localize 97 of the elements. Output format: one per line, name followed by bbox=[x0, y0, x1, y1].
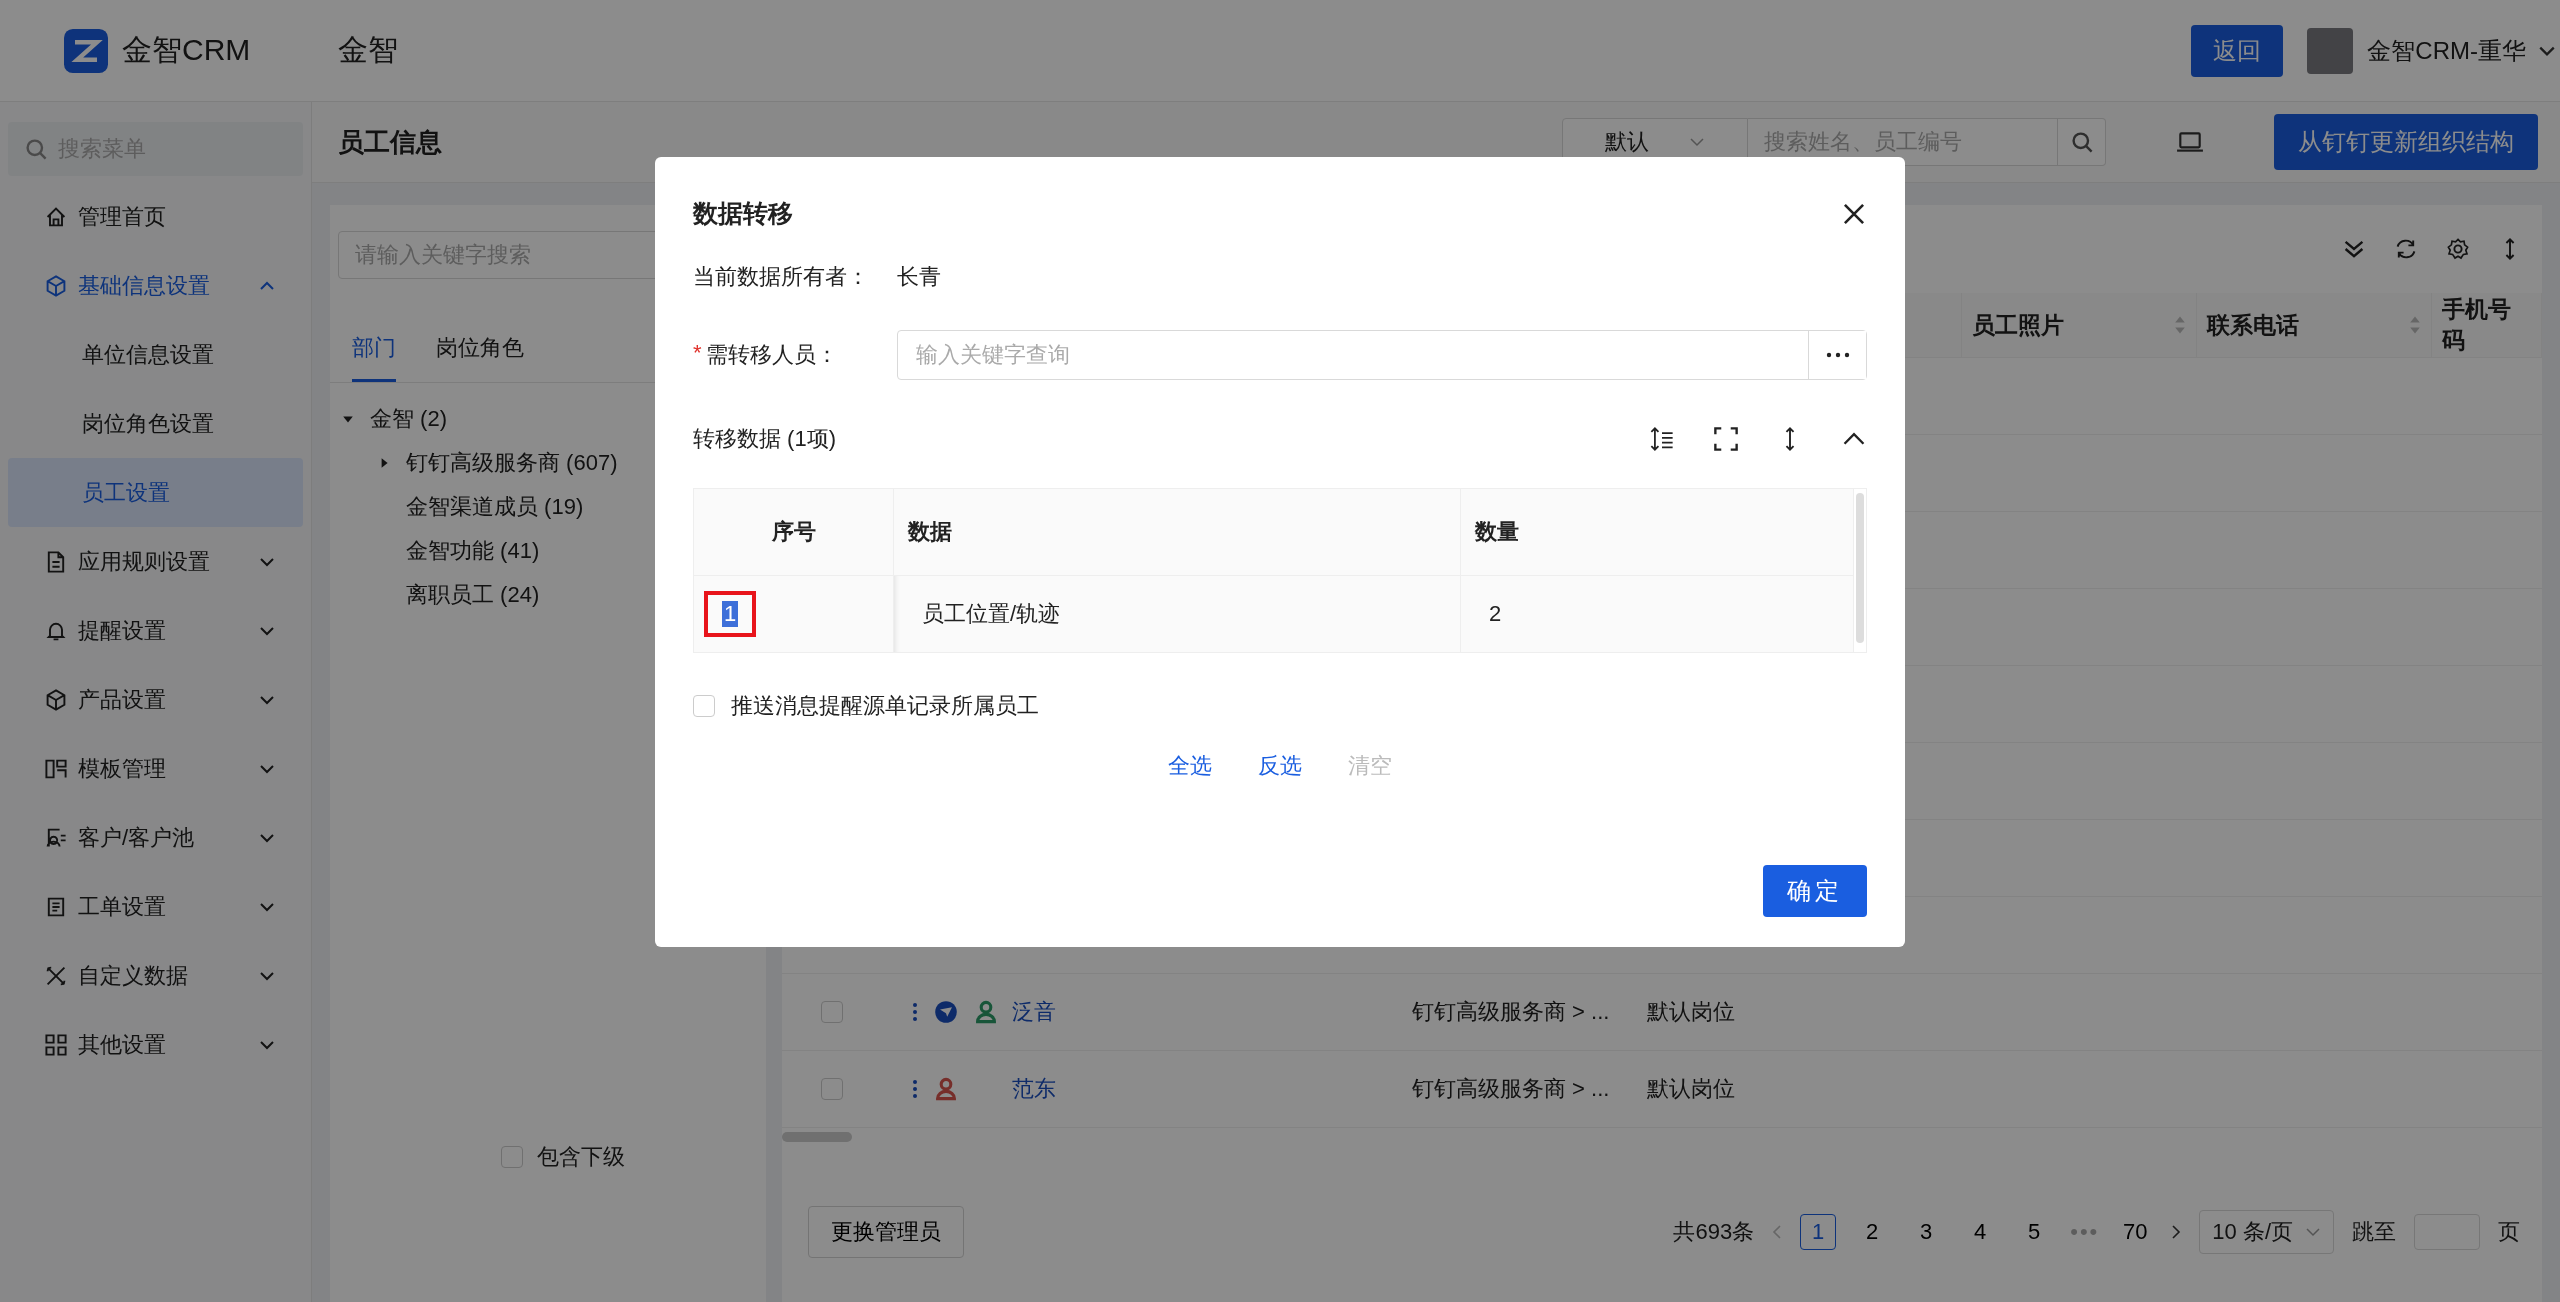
chevron-icon bbox=[259, 901, 275, 912]
sidebar-subitem[interactable]: 岗位角色设置 bbox=[8, 389, 303, 458]
sidebar-subitem[interactable]: 员工设置 bbox=[8, 458, 303, 527]
search-icon bbox=[24, 137, 48, 161]
table-cell: 2 bbox=[1489, 601, 1502, 627]
org-name: 金智 bbox=[338, 32, 398, 68]
column-header: 数量 bbox=[1461, 489, 1854, 575]
logo-text: 金智CRM bbox=[122, 32, 251, 68]
table-cell-text: 默认岗位 bbox=[1647, 998, 1735, 1026]
page-button[interactable]: 3 bbox=[1908, 1214, 1945, 1250]
tree-item[interactable]: 金智功能 (41) bbox=[406, 536, 540, 566]
table-cell-text: 钉钉高级服务商 > ... bbox=[1412, 1075, 1610, 1103]
column-header: 员工照片 bbox=[1972, 310, 2064, 340]
more-icon bbox=[1825, 352, 1850, 358]
table-cell-text: 钉钉高级服务商 > ... bbox=[1412, 998, 1610, 1026]
chevron-icon bbox=[259, 763, 275, 774]
page-button[interactable]: 2 bbox=[1854, 1214, 1891, 1250]
row-number: 1 bbox=[722, 601, 739, 627]
checkbox-label: 包含下级 bbox=[537, 1143, 625, 1171]
checkbox[interactable] bbox=[693, 695, 715, 717]
required-mark: * bbox=[693, 340, 702, 367]
sidebar-item[interactable]: 模板管理 bbox=[8, 734, 303, 803]
total-count: 共693条 bbox=[1673, 1218, 1755, 1246]
chevron-icon bbox=[259, 1039, 275, 1050]
chevron-icon bbox=[259, 280, 275, 291]
field-label: 需转移人员： bbox=[705, 341, 838, 369]
line-height-icon[interactable] bbox=[1649, 426, 1675, 452]
chevron-icon bbox=[1689, 137, 1705, 147]
page-button[interactable]: 1 bbox=[1800, 1214, 1837, 1250]
laptop-icon[interactable] bbox=[2176, 130, 2204, 154]
sidebar-subitem[interactable]: 单位信息设置 bbox=[8, 320, 303, 389]
scrollbar-thumb[interactable] bbox=[782, 1132, 852, 1142]
chevron-icon bbox=[259, 832, 275, 843]
checkbox-label: 推送消息提醒源单记录所属员工 bbox=[731, 692, 1039, 720]
chevron-icon bbox=[259, 625, 275, 636]
refresh-icon[interactable] bbox=[2394, 237, 2418, 261]
sidebar-item[interactable]: 基础信息设置 bbox=[8, 251, 303, 320]
avatar bbox=[2307, 27, 2354, 74]
tree-item[interactable]: 钉钉高级服务商 (607) bbox=[406, 448, 618, 478]
sidebar-item[interactable]: 产品设置 bbox=[8, 665, 303, 734]
logo-icon bbox=[64, 28, 108, 73]
column-header: 数据 bbox=[894, 489, 1461, 575]
action-link[interactable]: 反选 bbox=[1258, 751, 1302, 781]
sidebar-item[interactable]: 管理首页 bbox=[8, 182, 303, 251]
chevron-icon bbox=[259, 970, 275, 981]
cube-icon bbox=[44, 687, 68, 712]
column-header: 联系电话 bbox=[2207, 310, 2299, 340]
more-vertical-icon[interactable] bbox=[912, 1078, 918, 1100]
fullscreen-icon[interactable] bbox=[1713, 426, 1739, 452]
more-vertical-icon[interactable] bbox=[912, 1001, 918, 1023]
settings-icon[interactable] bbox=[2446, 237, 2470, 261]
sidebar-item[interactable]: 其他设置 bbox=[8, 1010, 303, 1079]
sidebar-item[interactable]: 应用规则设置 bbox=[8, 527, 303, 596]
tree-item[interactable]: 金智渠道成员 (19) bbox=[406, 492, 584, 522]
sidebar-item[interactable]: 客户/客户池 bbox=[8, 803, 303, 872]
row-checkbox[interactable] bbox=[821, 1078, 843, 1100]
cube-icon bbox=[44, 273, 68, 298]
search-button[interactable] bbox=[2058, 118, 2106, 166]
next-icon[interactable] bbox=[2171, 1224, 2182, 1240]
jump-label: 跳至 bbox=[2352, 1218, 2396, 1246]
grid-icon bbox=[44, 1032, 68, 1057]
search-icon bbox=[2069, 130, 2094, 154]
column-header: 序号 bbox=[694, 489, 894, 575]
employee-name-link[interactable]: 泛音 bbox=[1012, 997, 1056, 1027]
page-title: 员工信息 bbox=[338, 125, 442, 159]
tree-item[interactable]: 金智 (2) bbox=[370, 404, 447, 434]
page-size-select[interactable]: 10 条/页 bbox=[2199, 1210, 2334, 1254]
dialog-title: 数据转移 bbox=[693, 198, 793, 229]
section-title: 转移数据 (1项) bbox=[693, 425, 836, 453]
sidebar-item[interactable]: 自定义数据 bbox=[8, 941, 303, 1010]
back-button[interactable]: 返回 bbox=[2191, 24, 2284, 77]
confirm-button[interactable]: 确定 bbox=[1763, 865, 1867, 917]
page-button[interactable]: 5 bbox=[2016, 1214, 2053, 1250]
row-checkbox[interactable] bbox=[821, 1001, 843, 1023]
chevron-icon bbox=[259, 694, 275, 705]
chevron-icon bbox=[259, 556, 275, 567]
sidebar-item[interactable]: 提醒设置 bbox=[8, 596, 303, 665]
tree-item[interactable]: 离职员工 (24) bbox=[406, 580, 540, 610]
scrollbar-thumb[interactable] bbox=[1856, 493, 1864, 643]
action-link[interactable]: 全选 bbox=[1168, 751, 1212, 781]
page-button[interactable]: 4 bbox=[1962, 1214, 1999, 1250]
change-admin-button[interactable]: 更换管理员 bbox=[808, 1206, 964, 1258]
column-header: 手机号码 bbox=[2442, 295, 2512, 355]
owner-name: 长青 bbox=[897, 263, 941, 291]
sync-button[interactable]: 从钉钉更新组织结构 bbox=[2274, 114, 2538, 170]
chevron-icon bbox=[2305, 1227, 2321, 1237]
table-cell-text: 默认岗位 bbox=[1647, 1075, 1735, 1103]
checkbox[interactable] bbox=[501, 1146, 523, 1168]
table-cell-text: 员工位置/轨迹 bbox=[922, 600, 1061, 628]
sidebar-item[interactable]: 工单设置 bbox=[8, 872, 303, 941]
user-name[interactable]: 金智CRM-重华 bbox=[2367, 34, 2526, 67]
caret-icon[interactable] bbox=[2538, 44, 2556, 57]
page-button[interactable]: 70 bbox=[2117, 1214, 2154, 1250]
page-suffix: 页 bbox=[2498, 1218, 2520, 1246]
tab[interactable]: 岗位角色 bbox=[436, 319, 524, 382]
tab[interactable]: 部门 bbox=[352, 319, 396, 382]
employee-name-link[interactable]: 范东 bbox=[1012, 1074, 1056, 1104]
